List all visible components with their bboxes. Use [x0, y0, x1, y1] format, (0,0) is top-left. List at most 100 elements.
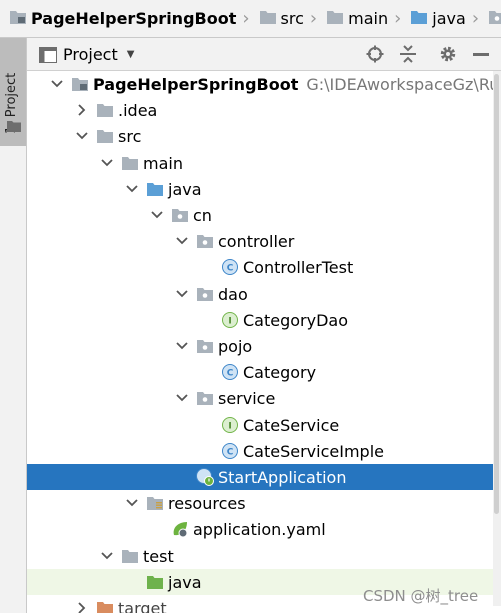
- breadcrumb-item[interactable]: main ›: [317, 0, 401, 37]
- breadcrumb-item[interactable]: cn›: [479, 0, 501, 37]
- svg-text:C: C: [227, 448, 234, 458]
- svg-text:C: C: [227, 369, 234, 379]
- chevron-right-icon: ›: [242, 7, 250, 29]
- expand-arrow-down-icon[interactable]: [176, 235, 188, 247]
- package-icon: [196, 337, 214, 355]
- expand-arrow-down-icon[interactable]: [176, 392, 188, 404]
- package-icon: [489, 9, 501, 28]
- expand-arrow-down-icon[interactable]: [176, 288, 188, 300]
- expand-arrow-down-icon[interactable]: [101, 157, 113, 169]
- tree-node-label: controller: [218, 231, 295, 251]
- collapse-all-icon[interactable]: [399, 45, 417, 63]
- tree-node-label: CateServiceImple: [243, 441, 384, 461]
- tree-node[interactable]: src: [27, 123, 501, 149]
- source-folder-icon: [411, 9, 428, 28]
- expand-arrow-right-icon[interactable]: [76, 104, 88, 116]
- tree-node[interactable]: dao: [27, 281, 501, 307]
- vertical-scrollbar[interactable]: [493, 71, 501, 606]
- tree-node-label: resources: [168, 493, 246, 513]
- tree-node[interactable]: I CategoryDao: [27, 307, 501, 333]
- expand-arrow-down-icon[interactable]: [51, 78, 63, 90]
- expand-arrow-down-icon[interactable]: [151, 209, 163, 221]
- tree-node-label: PageHelperSpringBoot: [93, 74, 299, 94]
- tree-node[interactable]: C CateServiceImple: [27, 438, 501, 464]
- locate-icon[interactable]: [366, 45, 384, 63]
- expand-arrow-down-icon[interactable]: [176, 340, 188, 352]
- watermark: CSDN @树_tree: [363, 587, 479, 605]
- breadcrumb-item[interactable]: java ›: [401, 0, 480, 37]
- project-folder-icon: [71, 75, 89, 93]
- project-folder-icon: [10, 9, 26, 28]
- spring-config-icon: [171, 520, 189, 538]
- excluded-folder-icon: [96, 599, 114, 613]
- tree-node-label: src: [118, 126, 142, 146]
- tree-node[interactable]: java: [27, 176, 501, 202]
- tool-window-stripe: 1: Project: [0, 38, 27, 613]
- breadcrumb-label: PageHelperSpringBoot: [31, 9, 237, 28]
- tree-node[interactable]: cn: [27, 202, 501, 228]
- tree-node[interactable]: PageHelperSpringBoot G:\IDEAworkspaceGz\R…: [27, 71, 501, 97]
- tree-node[interactable]: .idea: [27, 97, 501, 123]
- expand-arrow-down-icon[interactable]: [101, 550, 113, 562]
- interface-icon: I: [221, 311, 239, 329]
- project-tree: PageHelperSpringBoot G:\IDEAworkspaceGz\R…: [27, 71, 501, 613]
- project-path: G:\IDEAworkspaceGz\RuoYi-master: [306, 74, 501, 94]
- tree-node[interactable]: controller: [27, 228, 501, 254]
- breadcrumb-label: java: [432, 9, 466, 28]
- expand-arrow-down-icon[interactable]: [76, 130, 88, 142]
- gear-icon[interactable]: [439, 45, 457, 63]
- breadcrumb-item[interactable]: src ›: [250, 0, 318, 37]
- svg-text:I: I: [228, 422, 231, 432]
- tree-node[interactable]: test: [27, 543, 501, 569]
- navigation-bar: PageHelperSpringBoot›src›main›java›cn›: [0, 0, 501, 38]
- tree-node[interactable]: C ControllerTest: [27, 254, 501, 280]
- tree-node[interactable]: application.yaml: [27, 516, 501, 542]
- chevron-right-icon: ›: [471, 7, 480, 29]
- tree-node[interactable]: I CateService: [27, 412, 501, 438]
- tree-node-label: StartApplication: [218, 467, 347, 487]
- tree-node-label: java: [168, 572, 202, 592]
- source-folder-icon: [146, 180, 164, 198]
- chevron-down-icon: ▼: [126, 49, 135, 60]
- tree-node-label: pojo: [218, 336, 253, 356]
- tree-node[interactable]: service: [27, 385, 501, 411]
- tree-node-label: .idea: [118, 100, 158, 120]
- interface-icon: I: [221, 416, 239, 434]
- folder-icon: [7, 121, 21, 132]
- class-icon: C: [221, 442, 239, 460]
- package-icon: [171, 206, 189, 224]
- tree-node[interactable]: C Category: [27, 359, 501, 385]
- tree-node-label: java: [168, 179, 202, 199]
- project-view-selector[interactable]: Project ▼: [39, 45, 134, 64]
- expand-arrow-down-icon[interactable]: [126, 183, 138, 195]
- tree-node-label: service: [218, 388, 276, 408]
- folder-icon: [259, 9, 276, 28]
- tree-node[interactable]: StartApplication: [27, 464, 501, 490]
- tree-node[interactable]: main: [27, 150, 501, 176]
- tree-node-label: cn: [193, 205, 212, 225]
- chevron-right-icon: ›: [309, 7, 318, 29]
- tree-node-label: CategoryDao: [243, 310, 348, 330]
- folder-icon: [96, 101, 114, 119]
- folder-icon: [96, 127, 114, 145]
- expand-arrow-down-icon[interactable]: [126, 497, 138, 509]
- tree-node-label: application.yaml: [193, 519, 326, 539]
- tree-node[interactable]: pojo: [27, 333, 501, 359]
- tree-node[interactable]: resources: [27, 490, 501, 516]
- breadcrumb-label: src: [280, 9, 304, 28]
- breadcrumb-item[interactable]: PageHelperSpringBoot ›: [0, 0, 250, 37]
- folder-icon: [327, 9, 344, 28]
- hide-icon[interactable]: [473, 53, 489, 57]
- project-view-title: Project: [63, 45, 118, 64]
- class-icon: C: [221, 363, 239, 381]
- expand-arrow-right-icon[interactable]: [76, 602, 88, 613]
- scrollbar-thumb[interactable]: [494, 74, 499, 514]
- folder-icon: [121, 547, 139, 565]
- project-window-icon: [39, 46, 57, 63]
